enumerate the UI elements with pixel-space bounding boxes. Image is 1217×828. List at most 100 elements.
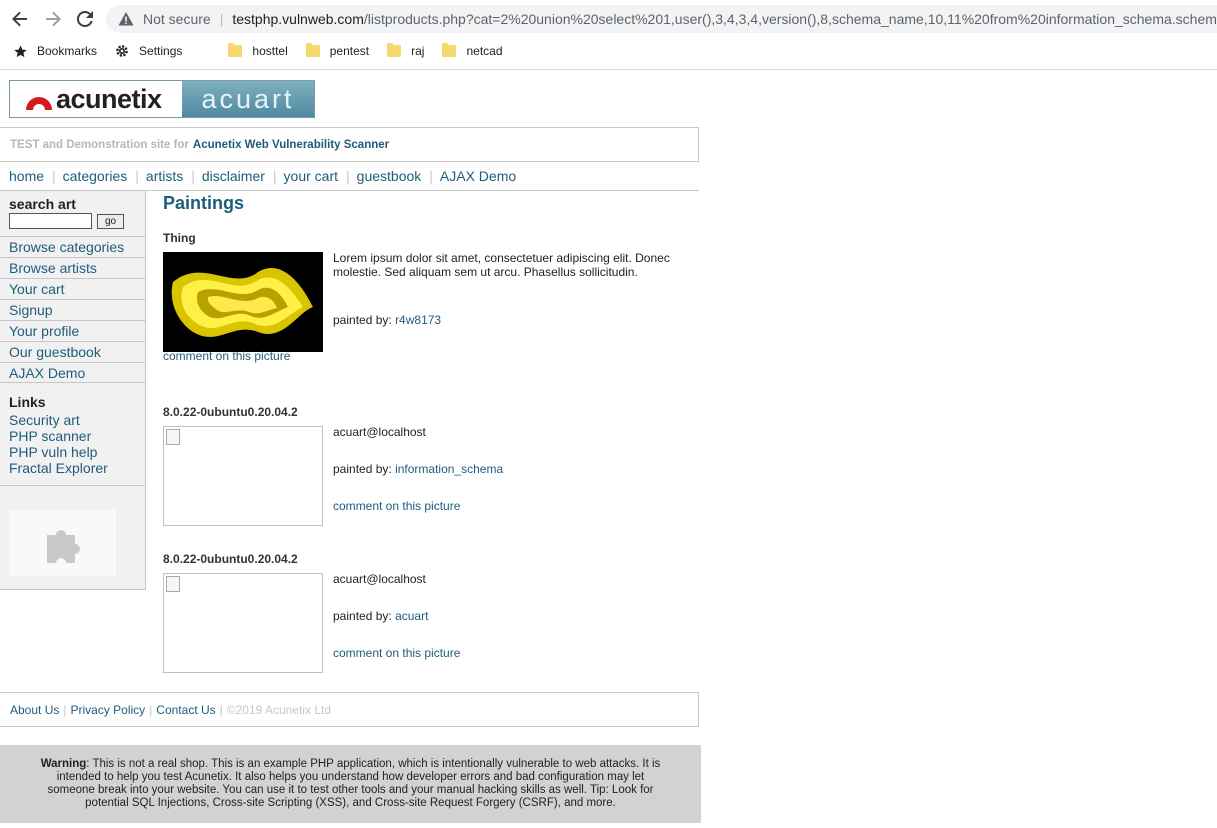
web-page: acunetix acuart TEST and Demonstration s…: [0, 70, 1217, 828]
comment-link[interactable]: comment on this picture: [163, 349, 290, 363]
folder-icon: [305, 43, 320, 57]
product-item: Thing Lorem ipsum dolor sit amet, consec…: [163, 231, 699, 371]
painting-thumbnail[interactable]: [163, 252, 323, 352]
painting-thumbnail[interactable]: [163, 573, 323, 673]
nav-your-cart[interactable]: your cart: [284, 168, 338, 184]
bookmark-netcad[interactable]: netcad: [442, 43, 503, 58]
footer-copyright: ©2019 Acunetix Ltd: [226, 702, 332, 717]
nav-disclaimer[interactable]: disclaimer: [202, 168, 265, 184]
site-logo[interactable]: acunetix acuart: [9, 80, 315, 118]
painted-by-link[interactable]: acuart: [395, 609, 428, 623]
url-host: testphp.vulnweb.com: [232, 11, 364, 27]
painted-by-link[interactable]: r4w8173: [395, 313, 441, 327]
sidebar-menu: Browse categories Browse artists Your ca…: [0, 236, 145, 383]
nav-divider: |: [346, 168, 350, 184]
nav-divider: |: [429, 168, 433, 184]
footer-divider: |: [63, 702, 67, 717]
folder-icon: [228, 43, 243, 57]
bookmark-label: hosttel: [252, 44, 288, 58]
nav-artists[interactable]: artists: [146, 168, 183, 184]
product-description: acuart@localhost: [333, 425, 426, 439]
acuart-wordmark: acuart: [182, 81, 314, 117]
nav-ajax-demo[interactable]: AJAX Demo: [440, 168, 516, 184]
link-security-art[interactable]: Security art: [9, 412, 108, 428]
star-icon: [14, 45, 27, 58]
folder-icon: [442, 43, 457, 57]
tagline: TEST and Demonstration site for Acunetix…: [0, 127, 699, 162]
sidebar-item-your-cart[interactable]: Your cart: [0, 278, 145, 299]
footer: About Us | Privacy Policy | Contact Us |…: [0, 692, 699, 727]
product-description: acuart@localhost: [333, 572, 426, 586]
product-name[interactable]: Thing: [163, 231, 196, 245]
sidebar: search art go Browse categories Browse a…: [0, 191, 146, 590]
bookmark-pentest[interactable]: pentest: [305, 43, 370, 58]
footer-privacy-policy[interactable]: Privacy Policy: [70, 703, 145, 717]
search-art-label: search art: [9, 196, 76, 212]
address-bar[interactable]: Not secure | testphp.vulnweb.com/listpro…: [106, 5, 1217, 33]
nav-guestbook[interactable]: guestbook: [357, 168, 422, 184]
tagline-prefix: TEST and Demonstration site for: [10, 138, 189, 151]
forward-icon[interactable]: [42, 8, 64, 30]
warning-text: Warning: This is not a real shop. This i…: [36, 758, 666, 810]
painted-by-label: painted by:: [333, 462, 392, 476]
sidebar-item-signup[interactable]: Signup: [0, 299, 145, 320]
url-path: /listproducts.php?cat=2%20union%20select…: [363, 11, 1217, 27]
painted-by: painted by: r4w8173: [333, 313, 441, 327]
bookmark-bookmarks[interactable]: Bookmarks: [14, 44, 97, 58]
plugin-placeholder: [9, 510, 116, 576]
painted-by-link[interactable]: information_schema: [395, 462, 503, 476]
bookmark-label: Bookmarks: [37, 44, 98, 58]
nav-divider: |: [52, 168, 56, 184]
gear-icon: [115, 44, 129, 58]
link-fractal-explorer[interactable]: Fractal Explorer: [9, 460, 108, 476]
acunetix-wordmark: acunetix: [56, 83, 162, 114]
not-secure-label: Not secure: [143, 11, 211, 27]
omnibox-separator: |: [219, 11, 224, 27]
tagline-link[interactable]: Acunetix Web Vulnerability Scanner: [193, 139, 389, 151]
sidebar-item-browse-categories[interactable]: Browse categories: [0, 236, 145, 257]
acunetix-mark-icon: [24, 88, 54, 110]
sidebar-item-browse-artists[interactable]: Browse artists: [0, 257, 145, 278]
painted-by: painted by: information_schema: [333, 462, 503, 476]
warning-bold: Warning: [40, 758, 87, 770]
page-title: Paintings: [163, 193, 245, 213]
bookmark-label: pentest: [329, 44, 370, 58]
link-php-scanner[interactable]: PHP scanner: [9, 428, 108, 444]
sidebar-item-our-guestbook[interactable]: Our guestbook: [0, 341, 145, 362]
product-name[interactable]: 8.0.22-0ubuntu0.20.04.2: [163, 405, 298, 419]
bookmark-settings[interactable]: Settings: [115, 44, 182, 58]
product-description: Lorem ipsum dolor sit amet, consectetuer…: [333, 251, 670, 279]
warning-body: : This is not a real shop. This is an ex…: [47, 758, 661, 809]
nav-home[interactable]: home: [9, 168, 44, 184]
footer-contact-us[interactable]: Contact Us: [156, 703, 215, 717]
sidebar-divider: [0, 485, 145, 486]
bookmark-label: raj: [411, 44, 425, 58]
back-icon[interactable]: [9, 8, 31, 30]
warning-icon[interactable]: [118, 11, 134, 27]
reload-icon[interactable]: [74, 8, 96, 30]
go-button[interactable]: go: [97, 214, 124, 229]
bookmarks-bar: Bookmarks Settings hosttel pentest raj n…: [0, 40, 521, 62]
painted-by-label: painted by:: [333, 313, 392, 327]
sidebar-item-your-profile[interactable]: Your profile: [0, 320, 145, 341]
bookmark-raj[interactable]: raj: [387, 43, 425, 58]
broken-image-icon: [166, 429, 180, 445]
comment-link[interactable]: comment on this picture: [333, 646, 460, 660]
broken-image-icon: [166, 576, 180, 592]
folder-icon: [387, 43, 402, 57]
search-input[interactable]: [9, 213, 92, 229]
footer-about-us[interactable]: About Us: [10, 703, 59, 717]
bookmark-label: Settings: [139, 44, 183, 58]
bookmark-hosttel[interactable]: hosttel: [228, 43, 288, 58]
links-heading: Links: [9, 394, 46, 410]
product-item: 8.0.22-0ubuntu0.20.04.2 acuart@localhost…: [163, 405, 699, 530]
painting-thumbnail[interactable]: [163, 426, 323, 526]
product-name[interactable]: 8.0.22-0ubuntu0.20.04.2: [163, 552, 298, 566]
puzzle-icon: [46, 530, 80, 563]
bookmark-label: netcad: [466, 44, 503, 58]
link-php-vuln-help[interactable]: PHP vuln help: [9, 444, 108, 460]
sidebar-item-ajax-demo[interactable]: AJAX Demo: [0, 362, 145, 383]
nav-categories[interactable]: categories: [63, 168, 128, 184]
comment-link[interactable]: comment on this picture: [333, 499, 460, 513]
painted-by-label: painted by:: [333, 609, 392, 623]
